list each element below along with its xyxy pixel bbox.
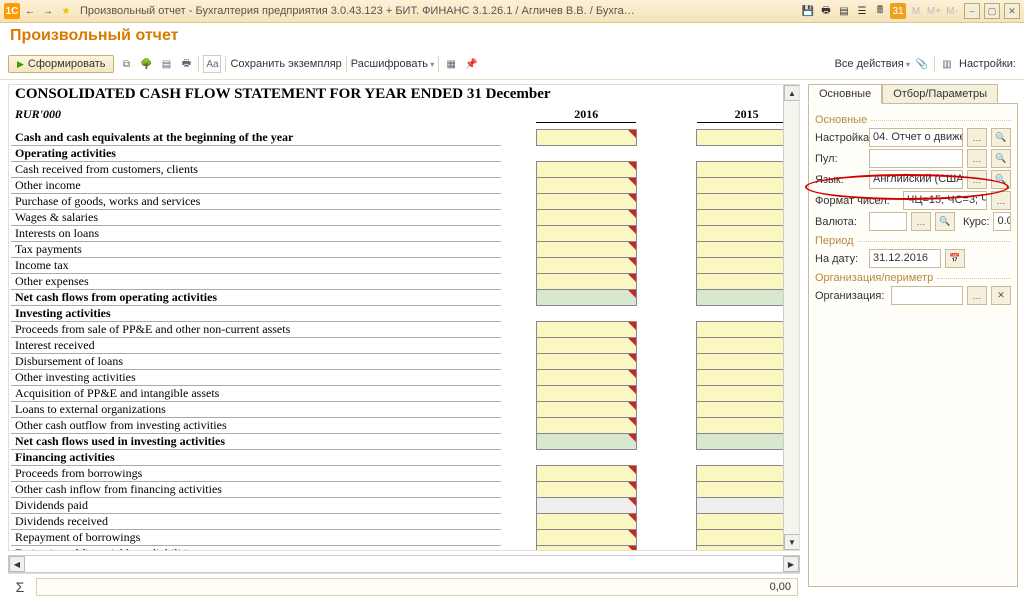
close-button[interactable]: ✕ — [1004, 3, 1020, 19]
back-icon[interactable]: ← — [22, 3, 38, 19]
fav-icon[interactable]: ★ — [58, 3, 74, 19]
numfmt-more[interactable]: … — [991, 191, 1011, 210]
m3[interactable]: M- — [944, 3, 960, 19]
org-input[interactable] — [891, 286, 963, 305]
group-period: Период — [815, 235, 1011, 247]
sum-value: 0,00 — [36, 578, 798, 596]
group-org: Организация/периметр — [815, 272, 1011, 284]
org-more[interactable]: … — [967, 286, 987, 305]
pool-open[interactable]: 🔍 — [991, 149, 1011, 168]
minimize-button[interactable]: – — [964, 3, 980, 19]
print2-icon[interactable]: 🖶 — [178, 56, 194, 72]
v-scrollbar[interactable]: ▲▼ — [783, 85, 800, 550]
all-actions[interactable]: Все действия — [835, 58, 910, 70]
rate-input[interactable]: 0.0000 — [993, 212, 1011, 231]
m2[interactable]: M+ — [926, 3, 942, 19]
save-instance[interactable]: Сохранить экземпляр — [230, 58, 341, 70]
pin-icon[interactable]: 📌 — [463, 56, 479, 72]
page-title: Произвольный отчет — [0, 23, 1024, 49]
group-main: Основные — [815, 114, 1011, 126]
setting-open[interactable]: 🔍 — [991, 128, 1011, 147]
sigma-icon: Σ — [10, 579, 30, 595]
curr-input[interactable] — [869, 212, 907, 231]
sidebar-toggle-icon[interactable]: ▥ — [939, 56, 955, 72]
m-icon[interactable]: 31 — [890, 3, 906, 19]
settings-label: Настройки: — [959, 58, 1016, 70]
calc-icon[interactable]: 🖩 — [872, 3, 888, 19]
settings-panel: Основные Отбор/Параметры Основные Настро… — [808, 80, 1024, 600]
tab-main[interactable]: Основные — [808, 84, 882, 104]
curr-more[interactable]: … — [911, 212, 931, 231]
m1[interactable]: M — [908, 3, 924, 19]
lang-open[interactable]: 🔍 — [991, 170, 1011, 189]
date-cal[interactable]: 📅 — [945, 249, 965, 268]
toolbar: Сформировать ⧉ 🌳 ▤ 🖶 Aa Сохранить экземп… — [0, 49, 1024, 80]
titlebar: 1C ← → ★ Произвольный отчет - Бухгалтери… — [0, 0, 1024, 23]
lang-input[interactable]: Английский (США) — [869, 170, 963, 189]
org-clear[interactable]: ✕ — [991, 286, 1011, 305]
fwd-icon[interactable]: → — [40, 3, 56, 19]
setting-more[interactable]: … — [967, 128, 987, 147]
attach-icon[interactable]: 📎 — [914, 56, 930, 72]
restore-button[interactable]: ▢ — [984, 3, 1000, 19]
tree-icon[interactable]: 🌳 — [138, 56, 154, 72]
setting-input[interactable]: 04. Отчет о движении денеж — [869, 128, 963, 147]
run-button[interactable]: Сформировать — [8, 55, 114, 73]
report-area: CONSOLIDATED CASH FLOW STATEMENT FOR YEA… — [8, 84, 800, 551]
save-icon[interactable]: 💾 — [800, 3, 816, 19]
decode-dropdown[interactable]: Расшифровать — [351, 58, 434, 70]
print-icon[interactable]: 🖶 — [818, 3, 834, 19]
numfmt-input[interactable]: ЧЦ=15; ЧС=3; ЧО=0 — [903, 191, 987, 210]
rows-icon[interactable]: ▤ — [158, 56, 174, 72]
tab-filter[interactable]: Отбор/Параметры — [882, 84, 998, 104]
lang-more[interactable]: … — [967, 170, 987, 189]
window-title: Произвольный отчет - Бухгалтерия предпри… — [80, 5, 640, 17]
doc-icon[interactable]: ▤ — [836, 3, 852, 19]
font-icon[interactable]: Aa — [203, 55, 221, 73]
date-input[interactable]: 31.12.2016 — [869, 249, 941, 268]
copy-icon[interactable]: ⧉ — [118, 56, 134, 72]
grid-icon[interactable]: ▦ — [443, 56, 459, 72]
report-table: CONSOLIDATED CASH FLOW STATEMENT FOR YEA… — [11, 87, 797, 551]
pool-input[interactable] — [869, 149, 963, 168]
sum-bar: Σ 0,00 — [8, 573, 800, 600]
app-icon: 1C — [4, 3, 20, 19]
pool-more[interactable]: … — [967, 149, 987, 168]
list-icon[interactable]: ☰ — [854, 3, 870, 19]
h-scrollbar[interactable]: ◀▶ — [8, 555, 800, 573]
curr-open[interactable]: 🔍 — [935, 212, 955, 231]
